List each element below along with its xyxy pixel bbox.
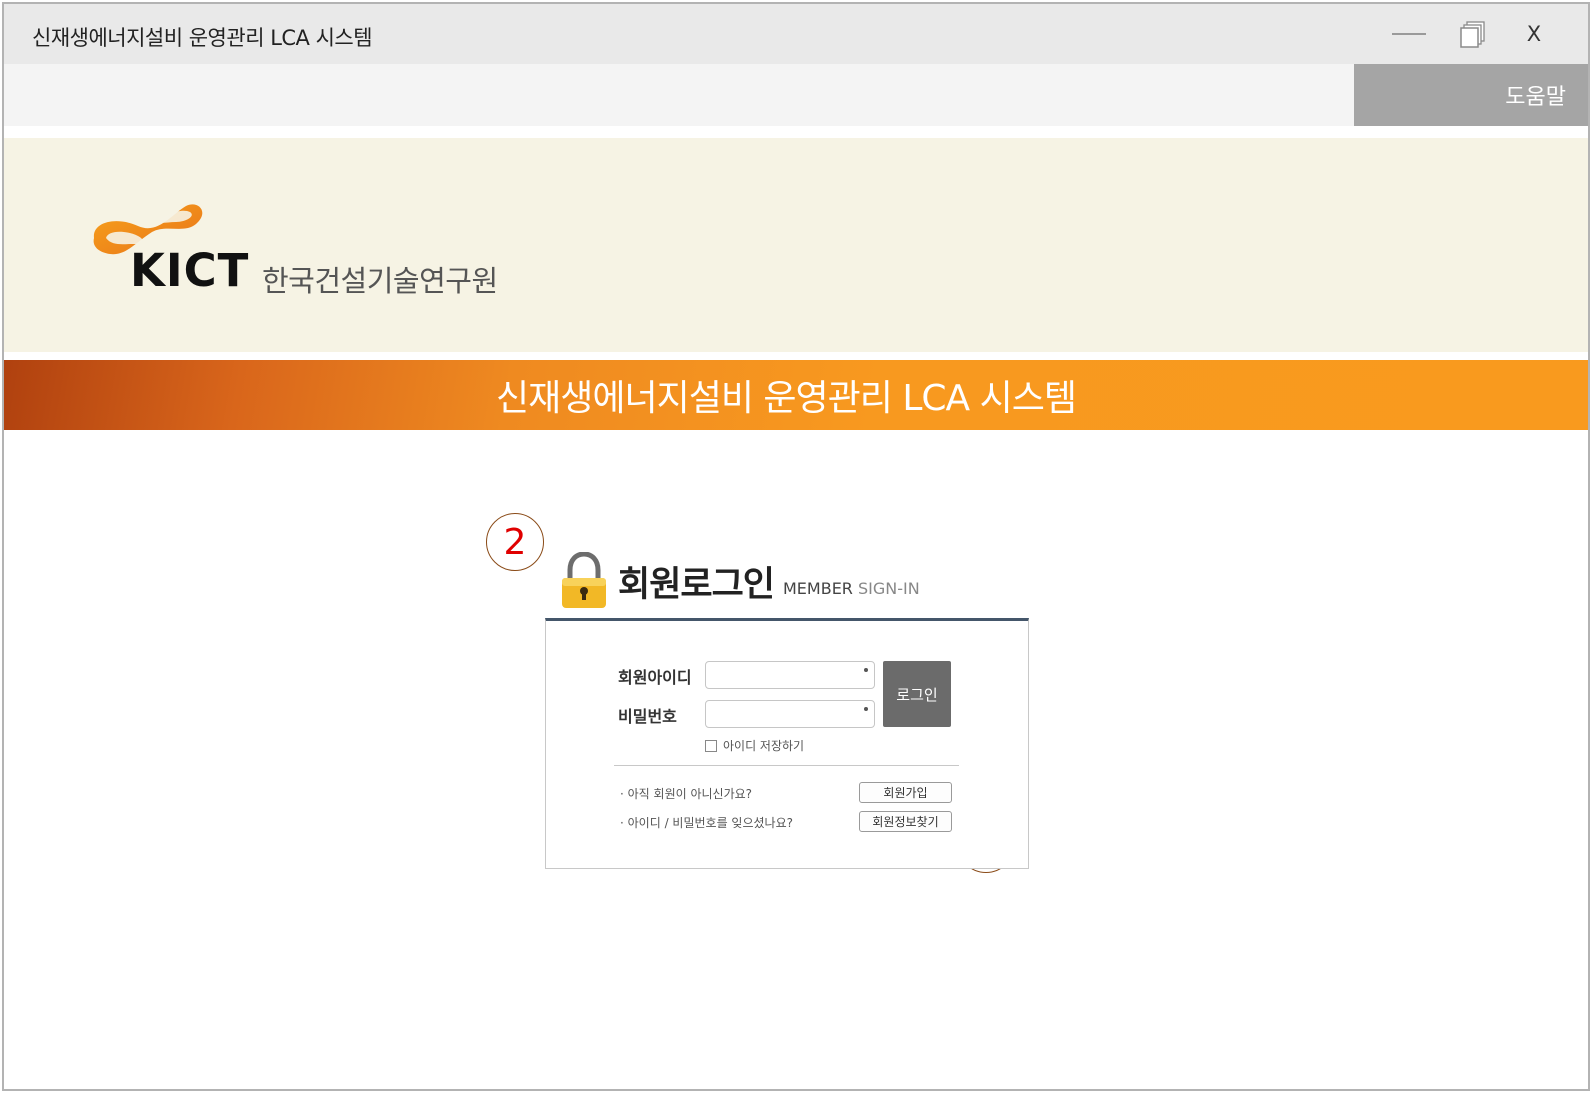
logo-text: KICT bbox=[130, 244, 250, 297]
system-banner: 신재생에너지설비 운영관리 LCA 시스템 bbox=[4, 360, 1588, 430]
input-marker-icon bbox=[864, 707, 868, 711]
find-account-button[interactable]: 회원정보찾기 bbox=[859, 811, 952, 832]
toolbar: 도움말 bbox=[4, 64, 1588, 126]
login-button[interactable]: 로그인 bbox=[883, 661, 951, 727]
restore-button[interactable] bbox=[1453, 16, 1493, 52]
input-marker-icon bbox=[864, 668, 868, 672]
login-title: 회원로그인 bbox=[618, 565, 775, 605]
banner-title: 신재생에너지설비 운영관리 LCA 시스템 bbox=[496, 378, 1077, 419]
find-account-question: · 아이디 / 비밀번호를 잊으셨나요? bbox=[620, 816, 794, 830]
header: KICT 한국건설기술연구원 bbox=[4, 138, 1588, 352]
title-bar: 신재생에너지설비 운영관리 LCA 시스템 X bbox=[4, 4, 1588, 64]
remember-id-label: 아이디 저장하기 bbox=[723, 739, 805, 753]
remember-id[interactable]: 아이디 저장하기 bbox=[705, 737, 804, 754]
password-input[interactable] bbox=[705, 700, 875, 728]
sign-up-button[interactable]: 회원가입 bbox=[859, 782, 952, 803]
member-id-input[interactable] bbox=[705, 661, 875, 689]
help-button[interactable]: 도움말 bbox=[1354, 64, 1588, 126]
login-subtitle-primary: MEMBER bbox=[783, 579, 853, 598]
login-subtitle: MEMBER SIGN-IN bbox=[783, 579, 920, 598]
login-heading: 회원로그인 MEMBER SIGN-IN bbox=[560, 552, 1040, 612]
restore-icon bbox=[1460, 21, 1485, 48]
annotation-marker-2: 2 bbox=[486, 513, 544, 571]
kict-logo: KICT 한국건설기술연구원 bbox=[86, 192, 546, 302]
minimize-button[interactable] bbox=[1389, 16, 1429, 52]
minimize-icon bbox=[1392, 33, 1426, 35]
remember-id-checkbox[interactable] bbox=[705, 739, 717, 752]
join-question: · 아직 회원이 아니신가요? bbox=[620, 787, 753, 801]
lock-icon bbox=[562, 552, 606, 608]
login-form: 회원아이디 비밀번호 로그인 아이디 저장하기 · 아직 회원이 아니신가요? … bbox=[545, 618, 1029, 869]
divider bbox=[614, 765, 959, 766]
member-id-label: 회원아이디 bbox=[618, 668, 692, 687]
login-subtitle-secondary: SIGN-IN bbox=[858, 579, 920, 598]
window-title: 신재생에너지설비 운영관리 LCA 시스템 bbox=[32, 26, 373, 50]
organization-name: 한국건설기술연구원 bbox=[262, 264, 498, 298]
app-window: 신재생에너지설비 운영관리 LCA 시스템 X 도움말 KICT 한국건설기술연… bbox=[2, 2, 1590, 1091]
close-button[interactable]: X bbox=[1514, 16, 1554, 52]
password-label: 비밀번호 bbox=[618, 707, 677, 726]
